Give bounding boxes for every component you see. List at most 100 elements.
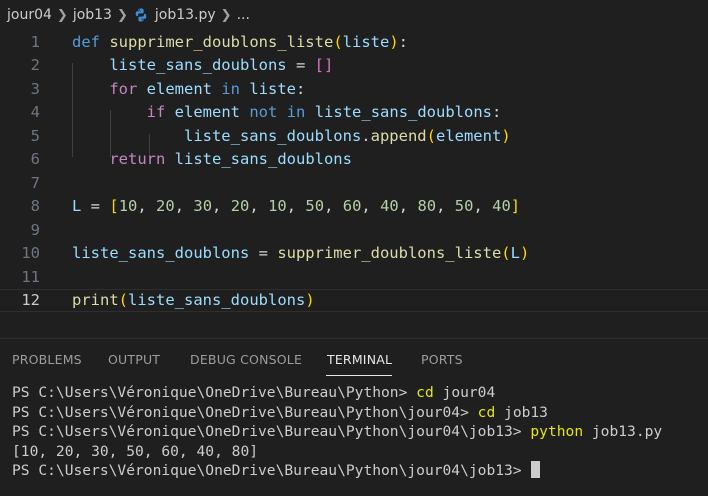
code-token: liste_sans_doublons [128, 291, 306, 310]
code-line[interactable]: 1 def supprimer_doublons_liste(liste): [0, 30, 708, 54]
code-token: 40 [380, 197, 399, 216]
line-number: 10 [21, 244, 40, 263]
code-line[interactable]: 10 liste_sans_doublons = supprimer_doublo… [0, 242, 708, 266]
code-token: element [174, 103, 240, 122]
terminal-line: PS C:\Users\Véronique\OneDrive\Bureau\Py… [12, 461, 702, 481]
code-token: , [324, 197, 343, 216]
breadcrumb-symbols[interactable]: ... [237, 7, 250, 23]
code-line[interactable]: 2 liste_sans_doublons = [] [0, 54, 708, 78]
line-number: 12 [21, 291, 40, 310]
code-line[interactable]: 8 L = [10, 20, 30, 20, 10, 50, 60, 40, 80… [0, 195, 708, 219]
code-line[interactable]: 4 if element not in liste_sans_doublons: [0, 101, 708, 125]
breadcrumb: jour04 ❯ job13 ❯ job13.py ❯ ... [0, 0, 708, 30]
code-token: ) [389, 32, 399, 51]
code-line[interactable]: 7 [0, 171, 708, 195]
terminal-command: cd [416, 384, 434, 401]
code-token: if [146, 103, 166, 122]
code-token: , [137, 197, 157, 216]
terminal-command-args: job13 [495, 403, 548, 421]
code-token: liste [342, 32, 390, 51]
code-token: ] [510, 197, 521, 216]
line-number: 2 [30, 56, 40, 75]
code-token: liste_sans_doublons [314, 103, 493, 122]
terminal-line: [10, 20, 30, 50, 60, 40, 80] [12, 442, 702, 462]
code-token: ( [501, 244, 511, 263]
tab-output[interactable]: OUTPUT [108, 352, 160, 367]
code-token: supprimer_doublons_liste [277, 244, 502, 263]
code-token: liste_sans_doublons [72, 244, 250, 263]
code-line[interactable]: 9 [0, 218, 708, 242]
code-token: L [72, 197, 82, 216]
breadcrumb-folder-job13[interactable]: job13 [73, 7, 112, 23]
code-token: return [109, 150, 166, 169]
breadcrumb-file[interactable]: job13.py [155, 7, 216, 23]
breadcrumb-folder-jour04[interactable]: jour04 [7, 7, 52, 23]
code-token: 10 [118, 197, 138, 216]
code-token: L [510, 244, 520, 263]
code-line[interactable]: 3 for element in liste: [0, 77, 708, 101]
terminal-line: PS C:\Users\Véronique\OneDrive\Bureau\Py… [12, 422, 702, 442]
code-token: 20 [230, 197, 250, 216]
code-line[interactable]: 11 [0, 265, 708, 289]
code-text: L = [10, 20, 30, 20, 10, 50, 60, 40, 80,… [72, 197, 520, 215]
terminal-command: cd [477, 403, 496, 421]
tab-ports[interactable]: PORTS [421, 352, 463, 367]
terminal-cursor[interactable] [531, 461, 541, 478]
tab-problems[interactable]: PROBLEMS [12, 352, 82, 367]
code-editor[interactable]: 1 def supprimer_doublons_liste(liste): 2 l… [0, 30, 708, 338]
code-text: def supprimer_doublons_liste(liste): [72, 33, 408, 51]
terminal-command: python [530, 423, 584, 440]
active-tab-indicator [326, 375, 392, 376]
terminal-prompt: PS C:\Users\Véronique\OneDrive\Bureau\Py… [12, 384, 417, 401]
line-number: 9 [30, 220, 40, 239]
code-token: 20 [156, 197, 175, 216]
code-token: liste_sans_doublons [183, 126, 362, 145]
panel-divider [0, 338, 708, 339]
code-token: [ [109, 197, 119, 216]
code-text: liste_sans_doublons.append(element) [72, 127, 511, 145]
code-token: : [492, 103, 502, 122]
code-line[interactable]: 6 return liste_sans_doublons [0, 148, 708, 172]
code-line[interactable]: 5 liste_sans_doublons.append(element) [0, 124, 708, 148]
terminal-prompt: PS C:\Users\Véronique\OneDrive\Bureau\Py… [12, 462, 531, 479]
code-token: ( [333, 32, 343, 51]
code-token: liste_sans_doublons [109, 56, 287, 75]
code-text: liste_sans_doublons = supprimer_doublons… [72, 244, 529, 262]
tab-terminal[interactable]: TERMINAL [327, 352, 392, 367]
code-token: ( [118, 291, 129, 310]
terminal-output-text: [10, 20, 30, 50, 60, 40, 80] [12, 442, 259, 460]
line-number: 7 [30, 173, 40, 192]
code-token: : [296, 79, 306, 98]
line-number: 3 [30, 79, 40, 98]
code-token: , [473, 197, 493, 216]
chevron-right-icon: ❯ [56, 7, 68, 23]
code-token: in [221, 79, 241, 98]
code-line[interactable]: 12 print(liste_sans_doublons) [0, 288, 708, 312]
code-token: not [249, 103, 278, 122]
code-token: append [370, 126, 427, 145]
code-token: , [398, 197, 418, 216]
terminal-output[interactable]: PS C:\Users\Véronique\OneDrive\Bureau\Py… [12, 383, 702, 481]
code-token: = [249, 244, 278, 263]
code-token: for [109, 79, 138, 98]
code-token: = [81, 197, 110, 216]
code-token: 30 [193, 197, 213, 216]
code-text: print(liste_sans_doublons) [72, 291, 315, 309]
terminal-command-args: job13.py [583, 423, 663, 440]
python-icon [133, 7, 149, 23]
code-token: liste_sans_doublons [174, 150, 352, 169]
code-token: 80 [417, 197, 437, 216]
terminal-command-args: jour04 [433, 384, 496, 401]
code-token: ) [501, 126, 511, 145]
code-token: supprimer_doublons_liste [109, 32, 334, 51]
code-text: return liste_sans_doublons [72, 150, 352, 168]
code-token: liste [249, 79, 297, 98]
tab-debug-console[interactable]: DEBUG CONSOLE [190, 352, 302, 367]
code-token: , [286, 197, 306, 216]
chevron-right-icon: ❯ [116, 7, 128, 23]
